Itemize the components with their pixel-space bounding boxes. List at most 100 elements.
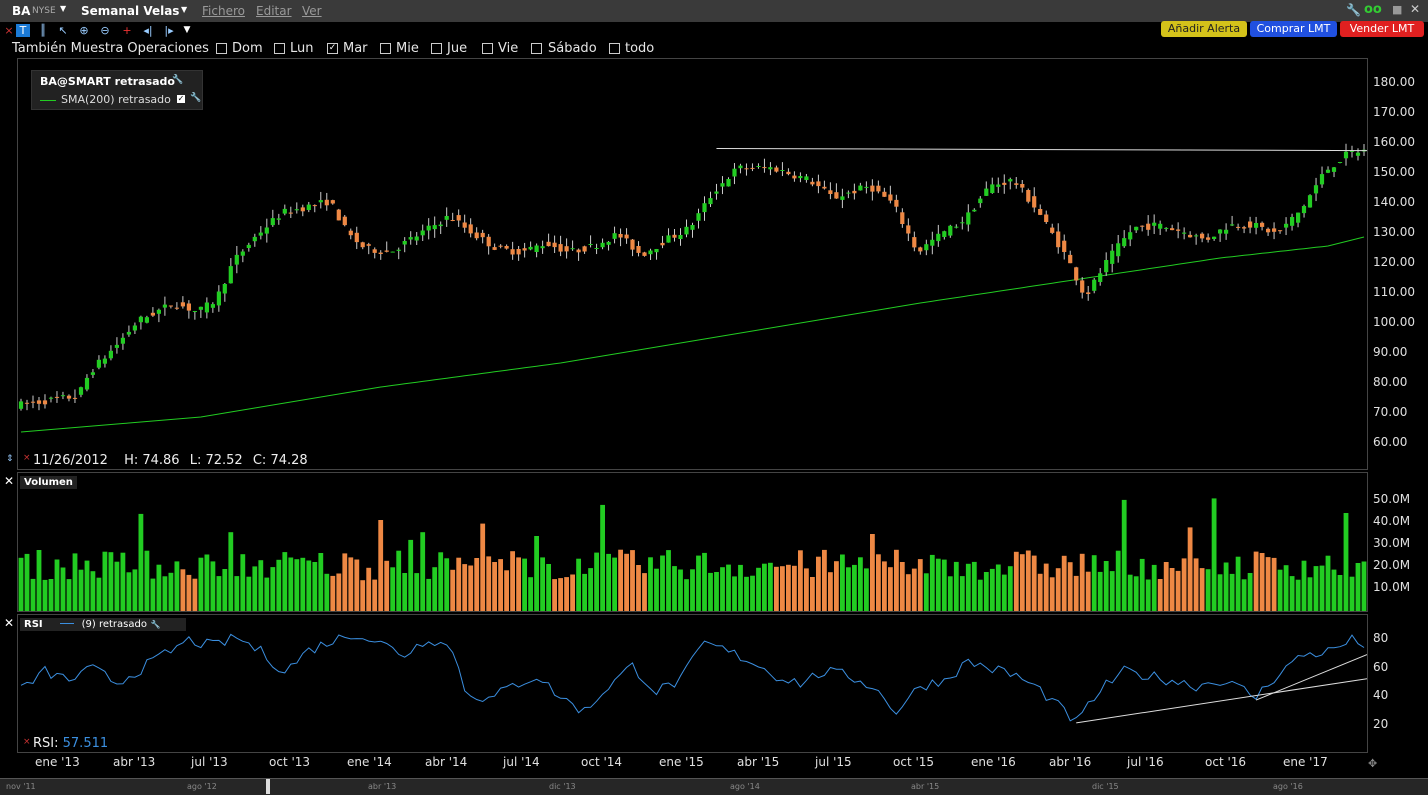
checkbox-mar[interactable]: ✓ [327, 43, 338, 54]
checkbox-sabado[interactable] [531, 43, 542, 54]
volume-bar [720, 567, 725, 611]
candle-body [1020, 184, 1025, 188]
volume-close-icon[interactable]: ✕ [4, 474, 14, 488]
axis-expand-icon[interactable]: ✥ [1368, 757, 1377, 770]
toolbar-more-icon[interactable]: ▼ [180, 24, 194, 37]
text-tool-icon[interactable]: T [16, 24, 30, 37]
volume-bar [947, 576, 953, 611]
info-close: C: 74.28 [252, 453, 308, 468]
candle-body [810, 181, 815, 185]
volume-bar [1115, 550, 1121, 611]
candle-body [186, 303, 191, 311]
minimize-icon[interactable]: ■ [1392, 3, 1402, 16]
volume-bar [162, 576, 168, 611]
checkbox-dom[interactable] [216, 43, 227, 54]
label-mie: Mie [396, 41, 419, 56]
ohlc-readout: 11/26/2012 H: 74.86 L: 72.52 C: 74.28 [33, 453, 308, 468]
candle-body [1254, 223, 1259, 228]
volume-bar [654, 568, 659, 611]
timeframe-dropdown[interactable]: Semanal Velas [81, 4, 179, 18]
overview-scrollbar[interactable]: nov '11 ago '12 abr '13 dic '13 ago '14 abr '… [0, 778, 1428, 795]
zoom-out-icon[interactable]: ⊖ [98, 24, 112, 37]
scroll-right-icon[interactable]: |▸ [162, 24, 176, 37]
checkbox-jue[interactable] [431, 43, 442, 54]
volume-bar [971, 561, 977, 611]
candle-body [228, 266, 233, 284]
volume-tick-label: 10.0M [1373, 580, 1411, 594]
volume-bar [108, 552, 114, 611]
legend-sma-wrench-icon[interactable]: 🔧 [190, 93, 201, 103]
candle-body [738, 165, 743, 169]
symbol-label[interactable]: BA [12, 4, 30, 18]
candle-body [96, 359, 101, 368]
candle-body [42, 400, 48, 405]
crosshair-icon[interactable]: + [120, 24, 134, 37]
candle-body [54, 396, 60, 398]
candle-body [684, 226, 689, 235]
timeframe-dropdown-icon[interactable]: ▼ [181, 5, 187, 14]
candle-body [996, 184, 1001, 187]
info-close-icon[interactable]: × [23, 453, 31, 463]
volume-bar [864, 568, 869, 611]
checkbox-mie[interactable] [380, 43, 391, 54]
price-panel-handle-icon[interactable]: ⇕ [6, 454, 14, 464]
close-icon[interactable]: ✕ [1410, 2, 1420, 16]
checkbox-todo[interactable] [609, 43, 620, 54]
overview-tick-label: ago '14 [730, 782, 760, 791]
volume-bar [420, 532, 426, 611]
rsi-readout-value: 57.511 [62, 736, 109, 751]
link-icon[interactable]: oo [1364, 2, 1382, 17]
rsi-readout-close-icon[interactable]: × [23, 737, 31, 747]
candle-body [462, 222, 467, 228]
candle-body [498, 245, 503, 247]
candle-body [666, 235, 671, 243]
volume-bar [72, 553, 78, 611]
candle-body [900, 212, 905, 224]
price-panel[interactable] [17, 58, 1368, 470]
scroll-left-icon[interactable]: ◂| [141, 24, 155, 37]
legend-title-wrench-icon[interactable]: 🔧 [172, 75, 183, 85]
rsi-wrench-icon[interactable]: 🔧 [150, 620, 160, 629]
add-alert-button[interactable]: Añadir Alerta [1161, 21, 1247, 37]
menu-editar[interactable]: Editar [256, 4, 292, 18]
candle-body [108, 350, 113, 359]
close-small-icon[interactable]: × [2, 24, 16, 37]
volume-bar [534, 536, 539, 611]
sma-visible-checkbox[interactable]: ✓ [177, 95, 185, 103]
zoom-in-icon[interactable]: ⊕ [77, 24, 91, 37]
label-dom: Dom [232, 41, 263, 56]
volume-bar [648, 557, 653, 611]
volume-bar [1187, 527, 1193, 611]
volume-chart[interactable] [18, 473, 1367, 611]
rsi-close-icon[interactable]: ✕ [4, 616, 14, 630]
volume-bar [1229, 573, 1235, 611]
volume-bar [594, 552, 599, 611]
rsi-panel[interactable] [17, 614, 1368, 753]
volume-bar [1295, 579, 1301, 611]
candle-body [930, 239, 935, 246]
volume-bar [660, 555, 665, 611]
time-tick-label: ene '15 [659, 755, 704, 769]
volume-bar [402, 573, 408, 611]
cursor-tool-icon[interactable]: ↖ [56, 24, 70, 37]
volume-panel[interactable] [17, 472, 1368, 612]
candle-body [582, 246, 587, 252]
checkbox-vie[interactable] [482, 43, 493, 54]
overview-drag-handle[interactable] [266, 779, 270, 794]
wrench-icon[interactable]: 🔧 [1346, 3, 1361, 17]
buy-lmt-button[interactable]: Comprar LMT [1250, 21, 1337, 37]
volume-bar [1343, 513, 1349, 611]
bar-type-icon[interactable]: ║ [36, 24, 50, 37]
symbol-dropdown-icon[interactable]: ▼ [60, 4, 66, 13]
candle-body [906, 225, 911, 234]
volume-bar [965, 563, 971, 611]
checkbox-lun[interactable] [274, 43, 285, 54]
sell-lmt-button[interactable]: Vender LMT [1340, 21, 1424, 37]
price-chart[interactable] [18, 59, 1367, 469]
volume-bar [624, 553, 629, 611]
rsi-chart[interactable] [18, 615, 1367, 752]
menu-ver[interactable]: Ver [302, 4, 322, 18]
volume-bar [174, 561, 180, 611]
menu-fichero[interactable]: Fichero [202, 4, 245, 18]
candle-body [948, 225, 953, 236]
